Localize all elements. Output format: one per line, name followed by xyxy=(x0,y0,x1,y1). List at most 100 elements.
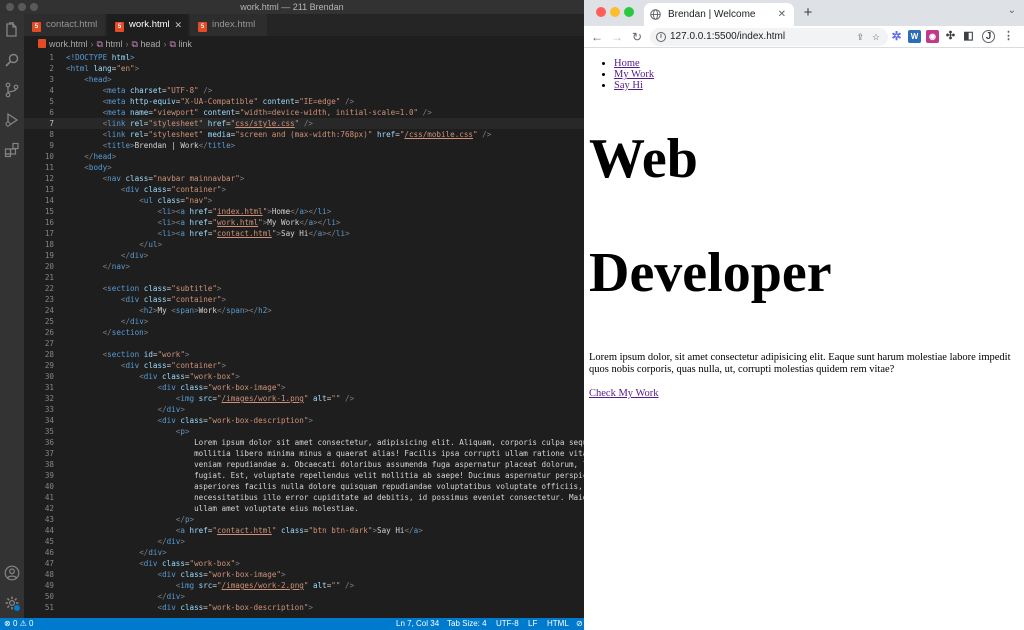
code-line[interactable]: 16 <li><a href="work.html">My Work</a></l… xyxy=(24,217,584,228)
code-line[interactable]: 38 veniam repudiandae a. Obcaecati dolori… xyxy=(24,459,584,470)
check-my-work-link[interactable]: Check My Work xyxy=(589,388,659,400)
code-line[interactable]: 19 </div> xyxy=(24,250,584,261)
breadcrumb-item[interactable]: link xyxy=(178,39,192,49)
code-line[interactable]: 12 <nav class="navbar mainnavbar"> xyxy=(24,173,584,184)
settings-gear-icon[interactable] xyxy=(4,595,20,611)
code-line[interactable]: 36 Lorem ipsum dolor sit amet consectetur… xyxy=(24,437,584,448)
site-info-icon[interactable]: i xyxy=(656,32,666,42)
cursor-position[interactable]: Ln 7, Col 34 xyxy=(396,618,439,630)
code-line[interactable]: 22 <section class="subtitle"> xyxy=(24,283,584,294)
forward-button[interactable]: → xyxy=(608,28,626,46)
new-tab-button[interactable]: + xyxy=(800,4,816,22)
code-line[interactable]: 34 <div class="work-box-description"> xyxy=(24,415,584,426)
extension-w-icon[interactable]: W xyxy=(908,30,921,43)
nav-link-say-hi[interactable]: Say Hi xyxy=(614,80,643,91)
code-line[interactable]: 18 </ul> xyxy=(24,239,584,250)
code-line[interactable]: 3 <head> xyxy=(24,74,584,85)
code-line[interactable]: 46 </div> xyxy=(24,547,584,558)
code-line[interactable]: 10 </head> xyxy=(24,151,584,162)
window-zoom-button[interactable] xyxy=(624,7,634,17)
extensions-puzzle-icon[interactable]: ✣ xyxy=(944,30,957,43)
breadcrumb-item[interactable]: work.html xyxy=(49,39,88,49)
nav-link-my-work[interactable]: My Work xyxy=(614,69,654,80)
code-line[interactable]: 14 <ul class="nav"> xyxy=(24,195,584,206)
code-line[interactable]: 30 <div class="work-box"> xyxy=(24,371,584,382)
search-icon[interactable] xyxy=(4,52,20,68)
code-line[interactable]: 23 <div class="container"> xyxy=(24,294,584,305)
code-editor[interactable]: 1 <!DOCTYPE html> 2 <html lang="en"> 3 <head>… xyxy=(24,52,584,618)
problems-indicator[interactable]: ⊗ 0 ⚠ 0 xyxy=(4,618,33,630)
code-line[interactable]: 7 <link rel="stylesheet" href="css/style.… xyxy=(24,118,584,129)
back-button[interactable]: ← xyxy=(588,28,606,46)
close-tab-icon[interactable]: ✕ xyxy=(778,3,786,26)
code-line[interactable]: 49 <img src="/images/work-2.png" alt="" /… xyxy=(24,580,584,591)
code-line[interactable]: 35 <p> xyxy=(24,426,584,437)
language-mode[interactable]: HTML xyxy=(547,618,569,630)
code-line[interactable]: 24 <h2>My <span>Work</span></h2> xyxy=(24,305,584,316)
extension-puzzle-badge-icon[interactable]: ✲ xyxy=(890,30,903,43)
reload-button[interactable]: ↻ xyxy=(628,28,646,46)
code-line[interactable]: 17 <li><a href="contact.html">Say Hi</a><… xyxy=(24,228,584,239)
code-line[interactable]: 1 <!DOCTYPE html> xyxy=(24,52,584,63)
explorer-icon[interactable] xyxy=(4,22,20,38)
code-line[interactable]: 43 </p> xyxy=(24,514,584,525)
extensions-icon[interactable] xyxy=(4,142,20,158)
window-minimize-button[interactable] xyxy=(610,7,620,17)
source-control-icon[interactable] xyxy=(4,82,20,98)
code-line[interactable]: 15 <li><a href="index.html">Home</a></li> xyxy=(24,206,584,217)
code-line[interactable]: 6 <meta name="viewport" content="width=de… xyxy=(24,107,584,118)
extension-color-icon[interactable]: ◉ xyxy=(926,30,939,43)
profile-avatar[interactable]: J xyxy=(982,30,995,43)
code-line[interactable]: 4 <meta charset="UTF-8" /> xyxy=(24,85,584,96)
close-tab-icon[interactable]: ✕ xyxy=(174,14,182,36)
code-line[interactable]: 26 </section> xyxy=(24,327,584,338)
code-line[interactable]: 2 <html lang="en"> xyxy=(24,63,584,74)
code-line[interactable]: 28 <section id="work"> xyxy=(24,349,584,360)
encoding-setting[interactable]: UTF-8 xyxy=(496,618,519,630)
code-line[interactable]: 20 </nav> xyxy=(24,261,584,272)
code-line[interactable]: 21 xyxy=(24,272,584,283)
breadcrumb-item[interactable]: html xyxy=(105,39,122,49)
code-line[interactable]: 25 </div> xyxy=(24,316,584,327)
run-debug-icon[interactable] xyxy=(4,112,20,128)
code-line[interactable]: 37 mollitia libero minima minus a quaerat… xyxy=(24,448,584,459)
tab-index-html[interactable]: 5 index.html xyxy=(190,14,268,36)
code-line[interactable]: 31 <div class="work-box-image"> xyxy=(24,382,584,393)
window-close-button[interactable] xyxy=(596,7,606,17)
code-line[interactable]: 5 <meta http-equiv="X-UA-Compatible" cont… xyxy=(24,96,584,107)
code-line[interactable]: 33 </div> xyxy=(24,404,584,415)
indentation-setting[interactable]: Tab Size: 4 xyxy=(447,618,487,630)
code-line[interactable]: 13 <div class="container"> xyxy=(24,184,584,195)
bookmark-star-icon[interactable]: ☆ xyxy=(872,28,880,46)
kebab-menu-icon[interactable]: ⋮ xyxy=(1002,30,1015,43)
html-file-icon: 5 xyxy=(32,22,41,32)
code-line[interactable]: 42 ullam amet voluptate eius molestiae. xyxy=(24,503,584,514)
address-bar[interactable]: i 127.0.0.1:5500/index.html ⇪ ☆ xyxy=(650,28,888,46)
code-line[interactable]: 51 <div class="work-box-description"> xyxy=(24,602,584,613)
breadcrumb-item[interactable]: head xyxy=(140,39,160,49)
live-server-icon[interactable]: ⊘ xyxy=(576,618,583,630)
tab-work-html[interactable]: 5 work.html ✕ xyxy=(107,14,189,36)
nav-link-home[interactable]: Home xyxy=(614,58,640,69)
eol-setting[interactable]: LF xyxy=(528,618,537,630)
code-line[interactable]: 45 </div> xyxy=(24,536,584,547)
code-line[interactable]: 9 <title>Brendan | Work</title> xyxy=(24,140,584,151)
code-line[interactable]: 27 xyxy=(24,338,584,349)
code-line[interactable]: 50 </div> xyxy=(24,591,584,602)
code-line[interactable]: 44 <a href="contact.html" class="btn btn-… xyxy=(24,525,584,536)
code-line[interactable]: 32 <img src="/images/work-1.png" alt="" /… xyxy=(24,393,584,404)
tab-contact-html[interactable]: 5 contact.html xyxy=(24,14,106,36)
chevron-down-icon[interactable]: ⌄ xyxy=(1008,5,1016,16)
share-icon[interactable]: ⇪ xyxy=(856,28,864,46)
code-line[interactable]: 8 <link rel="stylesheet" media="screen an… xyxy=(24,129,584,140)
code-line[interactable]: 39 fugiat. Est, voluptate repellendus vel… xyxy=(24,470,584,481)
code-line[interactable]: 40 asperiores facilis nulla dolore quisqu… xyxy=(24,481,584,492)
side-panel-icon[interactable]: ◧ xyxy=(962,30,975,43)
code-line[interactable]: 11 <body> xyxy=(24,162,584,173)
code-line[interactable]: 41 necessitatibus illo error cupiditate a… xyxy=(24,492,584,503)
code-line[interactable]: 29 <div class="container"> xyxy=(24,360,584,371)
code-line[interactable]: 47 <div class="work-box"> xyxy=(24,558,584,569)
browser-tab[interactable]: Brendan | Welcome ✕ xyxy=(644,3,794,26)
account-icon[interactable] xyxy=(4,565,20,581)
code-line[interactable]: 48 <div class="work-box-image"> xyxy=(24,569,584,580)
